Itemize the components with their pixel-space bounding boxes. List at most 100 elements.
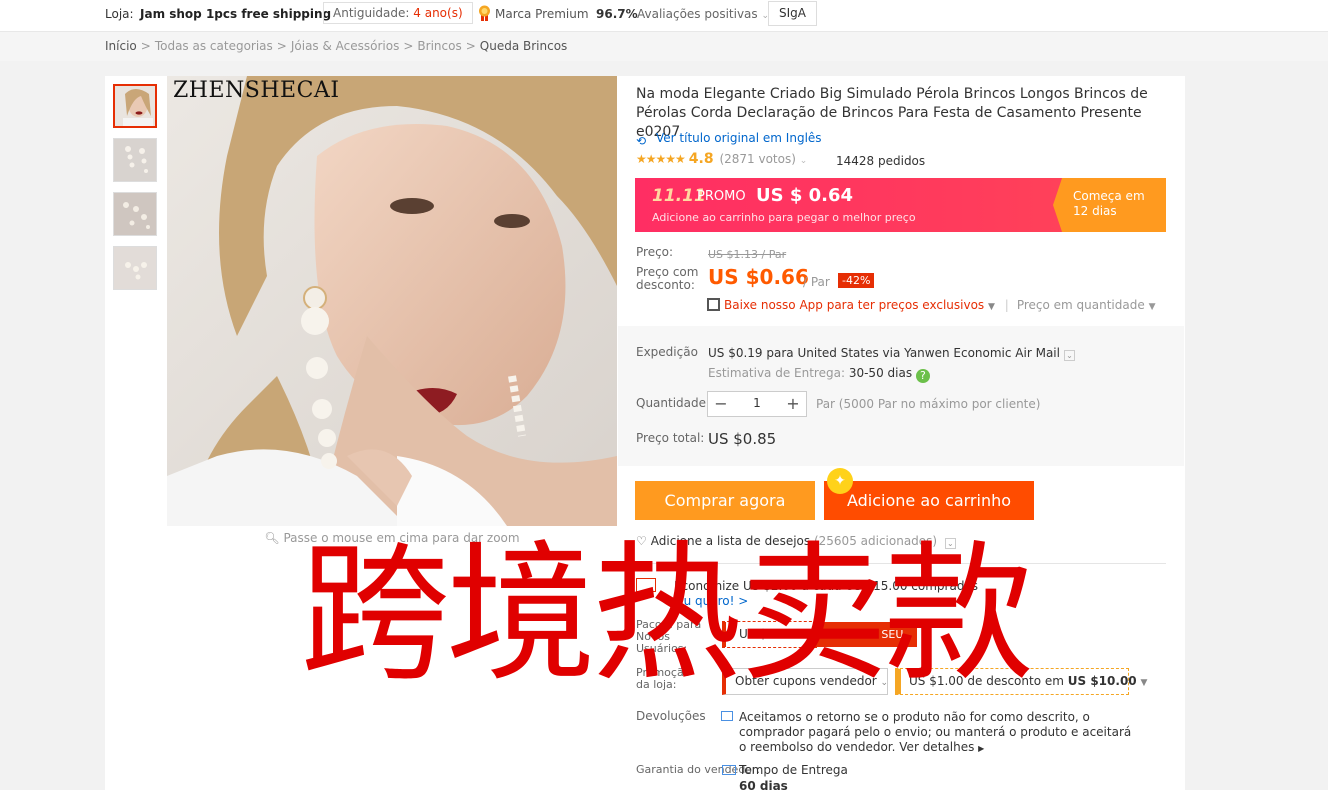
quantity-label: Quantidade <box>636 396 707 410</box>
thumbnail-earrings-image <box>114 193 156 235</box>
caret-down-icon: ▼ <box>1140 678 1148 688</box>
promo-label: PROMO <box>697 189 746 204</box>
shipping-destination: United States via Yanwen Economic Air Ma… <box>797 346 1060 360</box>
brand-watermark: ZHENSHECAI <box>173 78 340 103</box>
promo-starts-line2: 12 dias <box>1073 204 1117 218</box>
app-promo-link[interactable]: Baixe nosso App para ter preços exclusiv… <box>724 298 984 312</box>
gift-icon <box>636 578 656 592</box>
guarantee-item: Tempo de Entrega <box>739 763 848 777</box>
returns-details-link[interactable]: Ver detalhes ▶ <box>899 740 984 754</box>
divider <box>636 563 1166 564</box>
thumbnail-model-image <box>115 86 155 126</box>
breadcrumb-jewelry[interactable]: Jóias & Acessórios <box>291 39 400 53</box>
chevron-down-icon[interactable]: ⌄ <box>1063 350 1075 361</box>
returns-label: Devoluções <box>636 709 706 723</box>
new-user-label: Pacote para Novos Usuários: <box>636 618 702 655</box>
quantity-increase-button[interactable]: + <box>782 394 804 413</box>
discount-percent-badge: -42% <box>838 273 875 288</box>
reviews-dropdown[interactable]: Avaliações positivas ⌄ <box>637 0 769 30</box>
shipping-value[interactable]: US $0.19 para United States via Yanwen E… <box>708 346 1075 361</box>
translate-icon: ⟲ <box>636 134 647 148</box>
breadcrumb-separator: > <box>276 39 287 53</box>
thumbnail-4[interactable] <box>113 246 157 290</box>
caret-down-icon[interactable]: ▼ <box>988 302 995 312</box>
model-photo <box>167 76 617 526</box>
price-unit: / Par <box>803 275 830 289</box>
translate-link-text: Ver título original em Inglês <box>656 131 822 145</box>
wishlist-row[interactable]: ♡ Adicione a lista de desejos (25605 adic… <box>636 534 956 549</box>
reviews-label: Avaliações positivas <box>637 7 758 21</box>
premium-brand-badge: Marca Premium <box>478 0 589 30</box>
total-price-value: US $0.85 <box>708 430 777 448</box>
estimate-label: Estimativa de Entrega: <box>708 366 845 380</box>
original-price: US $1.13 / Par <box>708 248 787 261</box>
help-icon[interactable]: ? <box>915 369 930 383</box>
discount-price-label: Preço com desconto: <box>636 265 699 292</box>
returns-details-label: Ver detalhes <box>899 740 975 754</box>
promo-starts: Começa em 12 dias <box>1073 189 1145 219</box>
premium-label: Marca Premium <box>495 7 589 21</box>
magnifier-icon: 🔍︎ <box>264 531 280 545</box>
zoom-hint: 🔍︎ Passe o mouse em cima para dar zoom <box>167 531 617 545</box>
quantity-input[interactable]: 1 <box>730 396 784 410</box>
store-name-link[interactable]: Jam shop 1pcs free shipping <box>140 0 331 30</box>
bulk-price-label: Preço em quantidade <box>1016 298 1145 312</box>
quantity-stepper: − 1 + <box>707 391 807 417</box>
caret-right-icon: ▶ <box>978 744 985 753</box>
qr-code-icon <box>707 298 720 311</box>
age-label: Antiguidade: <box>333 6 410 20</box>
want-link[interactable]: Eu quero! > <box>676 594 748 608</box>
delivery-estimate: Estimativa de Entrega: 30-50 dias ? <box>708 366 930 383</box>
return-icon <box>721 711 733 721</box>
shipping-label: Expedição <box>636 345 698 359</box>
breadcrumb-earrings[interactable]: Brincos <box>417 39 461 53</box>
breadcrumb-all-categories[interactable]: Todas as categorias <box>155 39 273 53</box>
app-promo-row: Baixe nosso App para ter preços exclusiv… <box>707 298 1155 312</box>
breadcrumb-home[interactable]: Início <box>105 39 137 53</box>
add-to-cart-button[interactable]: Adicione ao carrinho <box>824 481 1034 520</box>
promo-starts-line1: Começa em <box>1073 189 1145 203</box>
thumbnail-earrings-image <box>114 247 156 289</box>
buy-now-button[interactable]: Comprar agora <box>635 481 815 520</box>
star-rating-icon: ★★★★★ <box>636 152 686 166</box>
get-coupon-button[interactable]: PEGUE O SEU <box>815 622 917 647</box>
chevron-down-icon[interactable]: ⌄ <box>944 538 956 549</box>
product-main-image[interactable]: ZHENSHECAI <box>167 76 617 526</box>
promo-subtext: Adicione ao carrinho para pegar o melhor… <box>652 211 916 224</box>
translate-link[interactable]: ⟲ Ver título original em Inglês <box>636 131 822 148</box>
store-promo-label: Promoção da loja: <box>636 666 691 691</box>
seller-coupons-dropdown[interactable]: Obter cupons vendedor ⌄ <box>722 668 888 695</box>
price-label: Preço: <box>636 245 674 259</box>
thumbnail-2[interactable] <box>113 138 157 182</box>
store-discount-dropdown[interactable]: US $1.00 de desconto em US $10.00 ▼ <box>895 668 1147 695</box>
total-price-label: Preço total: <box>636 431 705 445</box>
breadcrumb-separator: > <box>403 39 414 53</box>
breadcrumb-drop-earrings[interactable]: Queda Brincos <box>480 39 568 53</box>
quantity-decrease-button[interactable]: − <box>710 394 732 413</box>
follow-button[interactable]: SIgA <box>768 1 817 26</box>
caret-down-icon: ▼ <box>1148 302 1156 312</box>
new-user-coupon: US $100.00 <box>722 621 817 648</box>
breadcrumb: Início > Todas as categorias > Jóias & Acess… <box>105 32 567 61</box>
wishlist-count: (25605 adicionados) <box>813 534 938 548</box>
rating-value: 4.8 <box>688 151 714 167</box>
wishlist-label: Adicione a lista de desejos <box>650 534 811 548</box>
bulk-price-dropdown[interactable]: Preço em quantidade ▼ <box>1017 298 1156 312</box>
seller-coupons-label: Obter cupons vendedor <box>735 674 877 688</box>
estimate-days: 30-50 dias <box>848 366 913 380</box>
thumbnail-1[interactable] <box>113 84 157 128</box>
votes-count[interactable]: (2871 votos) <box>719 152 795 166</box>
heart-icon: ♡ <box>636 534 647 548</box>
quantity-note: Par (5000 Par no máximo por cliente) <box>816 397 1041 411</box>
promo-banner: 11.11 PROMO US $ 0.64 Adicione ao carrin… <box>635 178 1166 232</box>
breadcrumb-separator: > <box>465 39 476 53</box>
shipping-cost: US $0.19 para <box>708 346 794 360</box>
thumbnail-3[interactable] <box>113 192 157 236</box>
store-label: Loja: <box>105 7 134 21</box>
chevron-down-icon[interactable]: ⌄ <box>800 156 808 166</box>
orders-count: 14428 pedidos <box>836 154 926 168</box>
promo-price: US $ 0.64 <box>756 185 854 206</box>
rating-row: ★★★★★ 4.8 (2871 votos) ⌄ <box>636 151 807 167</box>
chevron-down-icon: ⌄ <box>880 678 889 688</box>
truck-icon <box>722 765 736 775</box>
